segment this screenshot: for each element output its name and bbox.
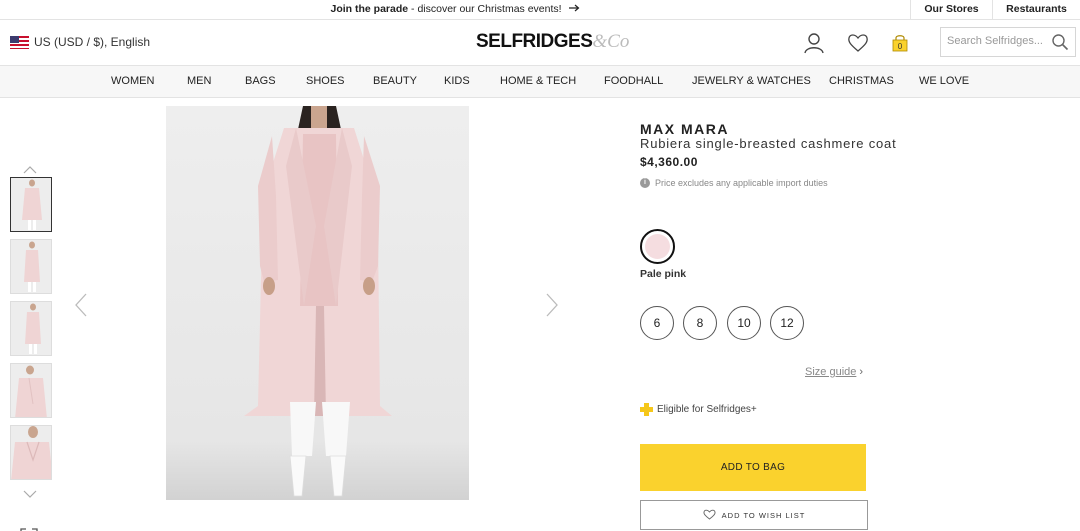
size-guide-link[interactable]: Size guide › [805, 366, 863, 378]
account-icon[interactable] [803, 32, 825, 54]
thumbnail-4[interactable] [10, 363, 52, 418]
wishlist-heart-icon[interactable] [847, 32, 869, 54]
add-to-wish-list-button[interactable]: ADD TO WISH LIST [640, 500, 868, 530]
logo-main: SELFRIDGES [476, 31, 593, 52]
duty-note-text: Price excludes any applicable import dut… [655, 178, 828, 188]
add-to-wish-list-label: ADD TO WISH LIST [721, 510, 806, 520]
nav-item-kids[interactable]: KIDS [444, 75, 470, 87]
nav-item-men[interactable]: MEN [187, 75, 211, 87]
nav-item-bags[interactable]: BAGS [245, 75, 276, 87]
thumbnail-scroll-up-icon[interactable] [22, 162, 38, 174]
nav-item-home-tech[interactable]: HOME & TECH [500, 75, 576, 87]
site-header: US (USD / $), English SELFRIDGES&Co 0 [0, 20, 1080, 66]
promo-bold-text: Join the parade [330, 3, 409, 15]
selfridges-plus-eligibility[interactable]: Eligible for Selfridges+ [640, 403, 757, 416]
nav-item-women[interactable]: WOMEN [111, 75, 154, 87]
size-option-10[interactable]: 10 [727, 306, 761, 340]
search-box[interactable] [940, 27, 1076, 57]
thumbnail-3[interactable] [10, 301, 52, 356]
nav-item-beauty[interactable]: BEAUTY [373, 75, 417, 87]
thumbnail-5[interactable] [10, 425, 52, 480]
heart-icon [703, 509, 716, 522]
nav-item-foodhall[interactable]: FOODHALL [604, 75, 663, 87]
nav-item-christmas[interactable]: CHRISTMAS [829, 75, 894, 87]
thumbnail-scroll-down-icon[interactable] [22, 486, 38, 498]
bag-count: 0 [898, 42, 903, 51]
restaurants-link[interactable]: Restaurants [992, 0, 1080, 20]
promo-bar: Join the parade - discover our Christmas… [0, 0, 1080, 20]
main-product-image[interactable] [166, 106, 469, 500]
search-icon[interactable] [1051, 33, 1069, 51]
product-name: Rubiera single-breasted cashmere coat [640, 136, 897, 151]
product-price: $4,360.00 [640, 155, 698, 169]
plus-eligibility-text: Eligible for Selfridges+ [657, 404, 757, 415]
thumbnail-2[interactable] [10, 239, 52, 294]
us-flag-icon [10, 35, 29, 49]
our-stores-link[interactable]: Our Stores [910, 0, 992, 20]
nav-item-shoes[interactable]: SHOES [306, 75, 345, 87]
selfridges-logo[interactable]: SELFRIDGES&Co [476, 31, 629, 53]
colour-swatch-pale-pink[interactable] [640, 229, 675, 264]
promo-text: - discover our Christmas events! [408, 3, 562, 15]
product-brand[interactable]: MAX MARA [640, 121, 729, 137]
add-to-bag-button[interactable]: ADD TO BAG [640, 444, 866, 491]
size-option-12[interactable]: 12 [770, 306, 804, 340]
shopping-bag-icon[interactable]: 0 [889, 32, 911, 54]
duty-note: i Price excludes any applicable import d… [640, 178, 828, 188]
search-input[interactable] [947, 35, 1047, 47]
plus-icon [640, 403, 653, 416]
nav-item-we-love[interactable]: WE LOVE [919, 75, 969, 87]
locale-selector[interactable]: US (USD / $), English [10, 35, 150, 49]
selected-colour-label: Pale pink [640, 268, 687, 280]
chevron-right-icon: › [859, 366, 864, 378]
locale-label: US (USD / $), English [34, 35, 151, 49]
size-guide-label: Size guide [805, 366, 857, 378]
thumbnail-1[interactable] [10, 177, 52, 232]
main-nav: WOMEN MEN BAGS SHOES BEAUTY KIDS HOME & … [0, 66, 1080, 98]
info-icon: i [640, 178, 650, 188]
size-option-8[interactable]: 8 [683, 306, 717, 340]
previous-image-arrow-icon[interactable] [73, 292, 89, 318]
expand-image-icon[interactable] [20, 523, 38, 531]
logo-suffix: &Co [592, 31, 630, 52]
next-image-arrow-icon[interactable] [544, 292, 560, 318]
size-option-6[interactable]: 6 [640, 306, 674, 340]
nav-item-jewelry-watches[interactable]: JEWELRY & WATCHES [692, 75, 811, 87]
arrow-right-icon [568, 3, 580, 15]
promo-message[interactable]: Join the parade - discover our Christmas… [0, 3, 910, 15]
